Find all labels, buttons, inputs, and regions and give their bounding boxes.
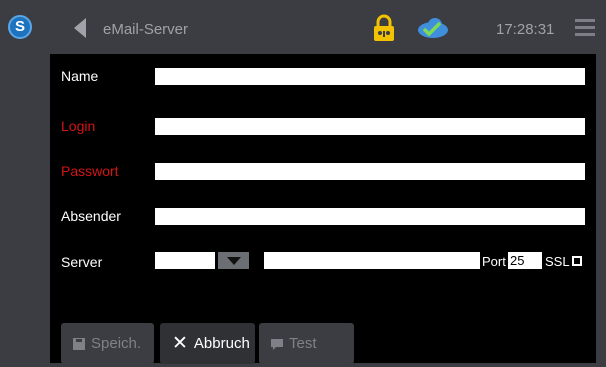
- server-host-field[interactable]: [264, 252, 480, 269]
- server-protocol-select[interactable]: [155, 252, 215, 269]
- menu-icon[interactable]: [575, 19, 595, 36]
- right-edge: [596, 54, 606, 367]
- password-label: Passwort: [61, 163, 119, 179]
- left-sidebar: [0, 54, 50, 367]
- password-field[interactable]: [155, 163, 585, 180]
- save-button[interactable]: Speich.: [61, 323, 154, 364]
- name-field[interactable]: [155, 68, 585, 85]
- lock-icon[interactable]: [372, 14, 396, 42]
- save-icon: [73, 337, 85, 350]
- name-label: Name: [61, 68, 99, 84]
- server-label: Server: [61, 254, 103, 270]
- chevron-down-icon[interactable]: [218, 252, 249, 269]
- cancel-button[interactable]: ✕ Abbruch: [160, 323, 255, 364]
- sender-label: Absender: [61, 208, 121, 224]
- port-field[interactable]: 25: [508, 252, 542, 269]
- back-arrow-icon[interactable]: [72, 17, 88, 39]
- cancel-button-label: Abbruch: [193, 335, 250, 352]
- close-icon: ✕: [172, 333, 188, 354]
- test-button-label: Test: [289, 335, 317, 352]
- save-button-label: Speich.: [91, 335, 142, 352]
- test-button[interactable]: Test: [259, 323, 354, 364]
- ssl-checkbox[interactable]: [572, 256, 582, 266]
- sender-field[interactable]: [155, 208, 585, 225]
- login-field[interactable]: [155, 118, 585, 135]
- app-logo-icon[interactable]: S: [8, 15, 32, 39]
- top-bar: S eMail-Server 17:28:31: [0, 0, 606, 54]
- port-label: Port: [482, 254, 506, 269]
- ssl-label: SSL: [545, 254, 570, 269]
- clock: 17:28:31: [496, 21, 555, 38]
- login-label: Login: [61, 118, 96, 134]
- message-icon: [271, 338, 283, 350]
- page-title: eMail-Server: [103, 21, 189, 38]
- cloud-sync-icon[interactable]: [415, 17, 449, 39]
